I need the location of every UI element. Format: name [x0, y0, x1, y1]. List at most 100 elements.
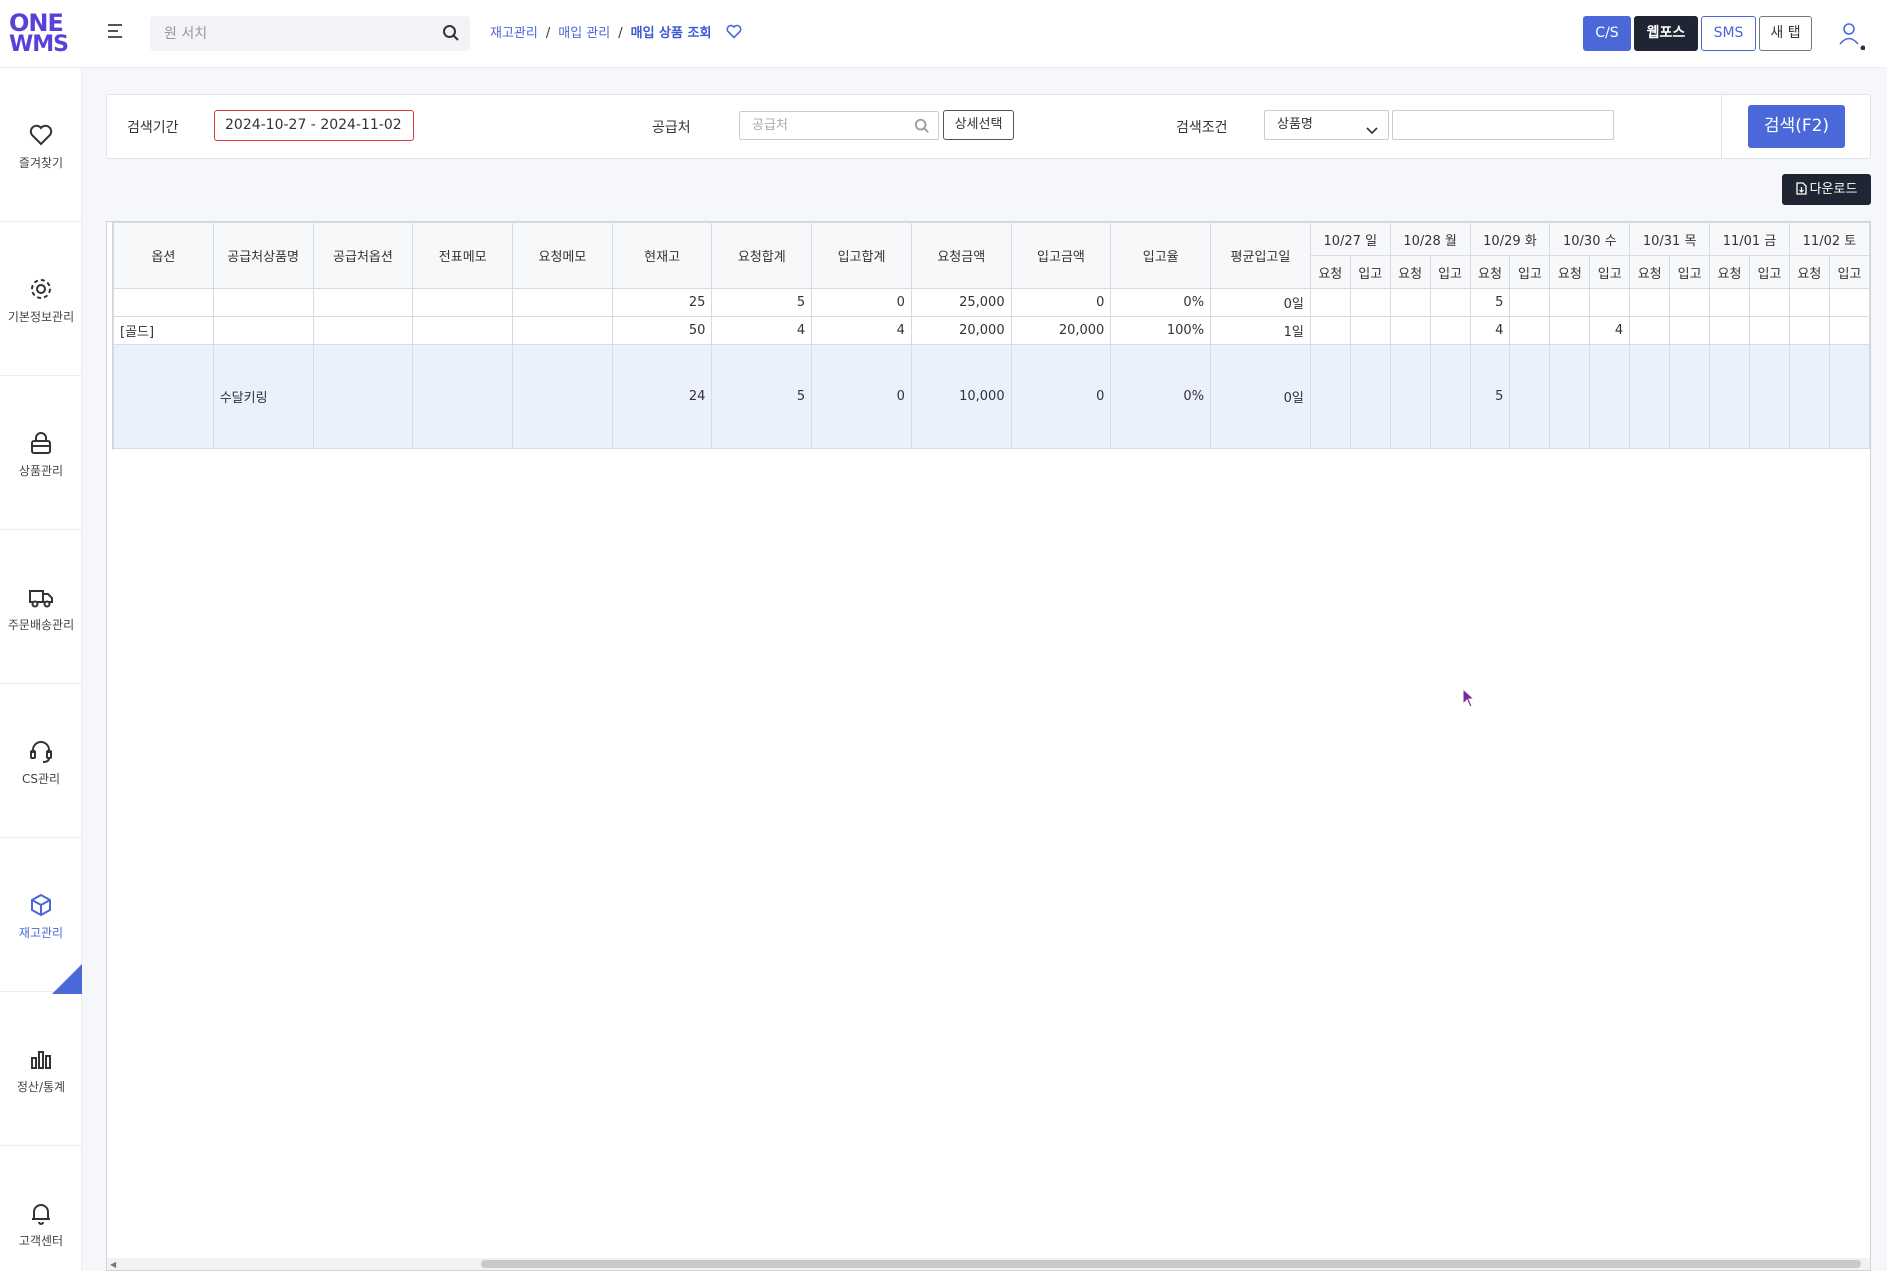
condition-select[interactable]: 상품명 — [1264, 110, 1389, 140]
daily-cell[interactable] — [1549, 288, 1591, 317]
daily-cell[interactable] — [1509, 316, 1551, 345]
search-icon[interactable] — [442, 24, 460, 46]
column-header[interactable]: 옵션 — [113, 222, 214, 289]
table-cell[interactable]: 0일 — [1210, 344, 1311, 449]
table-cell[interactable]: 수달키링 — [212, 344, 314, 449]
daily-cell[interactable] — [1709, 288, 1750, 317]
table-cell[interactable] — [512, 288, 613, 317]
column-header[interactable]: 입고율 — [1110, 222, 1212, 289]
daily-cell[interactable] — [1748, 288, 1790, 317]
date-range-input[interactable]: 2024-10-27 - 2024-11-02 — [214, 110, 414, 141]
daily-cell[interactable] — [1589, 344, 1631, 449]
sidebar-item-products[interactable]: 상품관리 — [0, 376, 82, 530]
download-button[interactable]: 다운로드 — [1782, 174, 1871, 205]
table-cell[interactable]: 4 — [711, 316, 813, 345]
column-header[interactable]: 입고금액 — [1010, 222, 1112, 289]
cs-button[interactable]: C/S — [1583, 16, 1631, 51]
detail-select-button[interactable]: 상세선택 — [943, 110, 1014, 140]
daily-cell[interactable] — [1788, 344, 1830, 449]
column-header[interactable]: 전표메모 — [412, 222, 514, 289]
user-icon[interactable] — [1837, 20, 1866, 51]
table-cell[interactable]: 100% — [1110, 316, 1212, 345]
table-cell[interactable]: 5 — [711, 288, 813, 317]
sms-button[interactable]: SMS — [1701, 16, 1756, 51]
sidebar-item-support[interactable]: 고객센터 — [0, 1146, 82, 1271]
table-cell[interactable]: 4 — [811, 316, 912, 345]
daily-cell[interactable] — [1629, 288, 1671, 317]
daily-cell[interactable] — [1748, 344, 1790, 449]
table-cell[interactable]: 0 — [811, 344, 912, 449]
daily-cell[interactable] — [1828, 316, 1870, 345]
daily-cell[interactable] — [1828, 288, 1870, 317]
column-header[interactable]: 입고합계 — [811, 222, 912, 289]
daily-cell[interactable] — [1788, 316, 1830, 345]
table-cell[interactable]: 0 — [1010, 344, 1112, 449]
sidebar-item-stats[interactable]: 정산/통계 — [0, 992, 82, 1146]
daily-cell[interactable] — [1389, 344, 1431, 449]
daily-cell[interactable] — [1389, 288, 1431, 317]
table-cell[interactable]: 20,000 — [1010, 316, 1112, 345]
table-cell[interactable] — [312, 344, 414, 449]
scroll-left-icon[interactable]: ◀ — [110, 1260, 116, 1269]
daily-cell[interactable] — [1349, 288, 1391, 317]
daily-cell[interactable] — [1309, 288, 1351, 317]
menu-toggle-icon[interactable] — [108, 24, 124, 40]
scrollbar-thumb[interactable] — [481, 1260, 1861, 1268]
horizontal-scrollbar[interactable]: ◀ — [107, 1258, 1870, 1270]
daily-cell[interactable] — [1349, 344, 1391, 449]
table-cell[interactable] — [412, 316, 514, 345]
column-header[interactable]: 공급처상품명 — [212, 222, 314, 289]
daily-cell[interactable] — [1629, 316, 1671, 345]
daily-cell[interactable] — [1549, 316, 1591, 345]
daily-cell[interactable] — [1828, 344, 1870, 449]
table-cell[interactable] — [113, 344, 214, 449]
daily-cell[interactable] — [1429, 316, 1471, 345]
table-cell[interactable]: 50 — [611, 316, 713, 345]
column-header[interactable]: 요청금액 — [910, 222, 1012, 289]
table-cell[interactable]: 25 — [611, 288, 713, 317]
table-cell[interactable] — [512, 316, 613, 345]
daily-cell[interactable] — [1509, 288, 1551, 317]
daily-cell[interactable] — [1429, 344, 1471, 449]
daily-cell[interactable] — [1669, 288, 1711, 317]
daily-cell[interactable] — [1309, 316, 1351, 345]
daily-cell[interactable] — [1549, 344, 1591, 449]
search-icon[interactable] — [914, 117, 930, 144]
column-header[interactable]: 현재고 — [611, 222, 713, 289]
table-cell[interactable] — [212, 288, 314, 317]
table-cell[interactable] — [512, 344, 613, 449]
search-button[interactable]: 검색(F2) — [1748, 105, 1845, 148]
supplier-input[interactable]: 공급처 — [739, 111, 939, 140]
daily-cell[interactable] — [1709, 316, 1750, 345]
sidebar-item-order-delivery[interactable]: 주문배송관리 — [0, 530, 82, 684]
column-header[interactable]: 공급처옵션 — [312, 222, 414, 289]
daily-cell[interactable]: 4 — [1589, 316, 1631, 345]
table-cell[interactable] — [312, 288, 414, 317]
table-row[interactable]: 25 5 0 25,000 0 0% 0일 5 — [113, 288, 1870, 317]
table-cell[interactable]: 25,000 — [910, 288, 1012, 317]
sidebar-item-cs[interactable]: CS관리 — [0, 684, 82, 838]
table-cell[interactable]: 0 — [811, 288, 912, 317]
daily-cell[interactable] — [1629, 344, 1671, 449]
table-cell[interactable]: 5 — [711, 344, 813, 449]
table-cell[interactable]: 0% — [1110, 344, 1212, 449]
table-cell[interactable]: 24 — [611, 344, 713, 449]
daily-cell[interactable] — [1788, 288, 1830, 317]
sidebar-item-favorites[interactable]: 즐겨찾기 — [0, 68, 82, 222]
daily-cell[interactable] — [1669, 316, 1711, 345]
condition-text-input[interactable] — [1392, 110, 1614, 140]
table-cell[interactable] — [312, 316, 414, 345]
breadcrumb-item[interactable]: 재고관리 — [490, 26, 538, 41]
table-cell[interactable] — [113, 288, 214, 317]
daily-cell[interactable] — [1589, 288, 1631, 317]
table-cell[interactable] — [212, 316, 314, 345]
daily-cell[interactable]: 4 — [1469, 316, 1511, 345]
sidebar-item-basic-info[interactable]: 기본정보관리 — [0, 222, 82, 376]
daily-cell[interactable] — [1309, 344, 1351, 449]
table-row[interactable]: [골드] 50 4 4 20,000 20,000 100% 1일 4 4 — [113, 316, 1870, 345]
breadcrumb-item[interactable]: 매입 관리 — [558, 26, 610, 41]
table-cell[interactable]: [골드] — [113, 316, 214, 345]
table-cell[interactable]: 0% — [1110, 288, 1212, 317]
global-search-input[interactable] — [150, 16, 420, 51]
app-logo[interactable]: ONE WMS — [9, 11, 69, 58]
